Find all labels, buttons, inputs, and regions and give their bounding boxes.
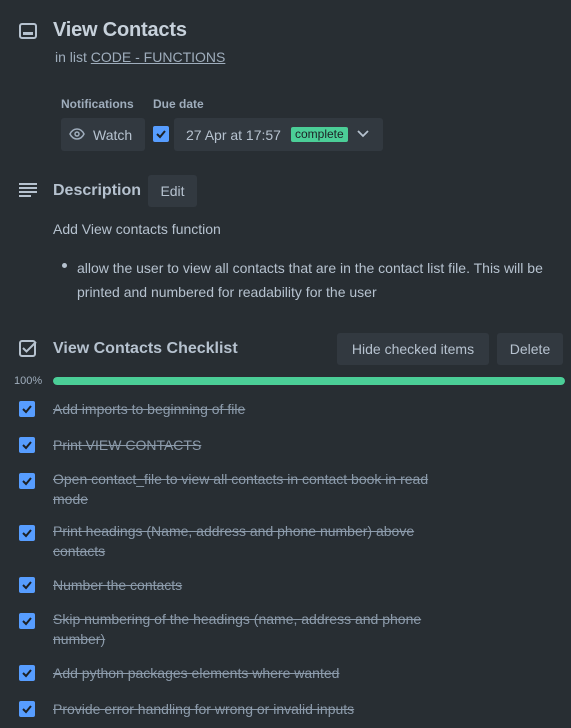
delete-checklist-button[interactable]: Delete (497, 333, 563, 365)
chevron-down-icon (357, 130, 369, 138)
status-badge: complete (291, 127, 348, 142)
checklist-item-text[interactable]: Add imports to beginning of file (53, 399, 463, 419)
description-heading: Description (53, 182, 142, 199)
checklist-item-text[interactable]: Number the contacts (53, 575, 463, 595)
progress-percent: 100% (14, 375, 43, 387)
card-icon (19, 23, 37, 39)
due-date-label: Due date (153, 97, 204, 111)
check-icon (22, 405, 32, 414)
checklist-item-text[interactable]: Skip numbering of the headings (name, ad… (53, 609, 463, 649)
checklist-item-checkbox[interactable] (19, 437, 35, 453)
checklist-item-checkbox[interactable] (19, 401, 35, 417)
progress-bar (53, 377, 565, 385)
due-date-value: 27 Apr at 17:57 (186, 127, 281, 143)
checklist-item-text[interactable]: Add python packages elements where wante… (53, 663, 463, 683)
check-icon (156, 130, 166, 139)
checklist-item-checkbox[interactable] (19, 473, 35, 489)
hide-checked-items-button[interactable]: Hide checked items (337, 333, 489, 365)
checklist-item-checkbox[interactable] (19, 525, 35, 541)
progress-bar-fill (53, 377, 565, 385)
check-icon (22, 669, 32, 678)
watch-button[interactable]: Watch (61, 118, 145, 151)
due-date-button[interactable]: 27 Apr at 17:57 complete (174, 118, 383, 151)
check-icon (22, 581, 32, 590)
card-title[interactable]: View Contacts (53, 19, 187, 42)
checklist-item-text[interactable]: Open contact_file to view all contacts i… (53, 469, 463, 509)
checklist-item-checkbox[interactable] (19, 577, 35, 593)
check-icon (22, 441, 32, 450)
description-bullet[interactable]: allow the user to view all contacts that… (77, 256, 557, 304)
checklist-title[interactable]: View Contacts Checklist (53, 340, 238, 358)
checklist-icon (19, 340, 37, 357)
watch-label: Watch (93, 127, 133, 143)
checklist-item-checkbox[interactable] (19, 701, 35, 717)
card-detail-panel: View Contacts in list CODE - FUNCTIONS N… (0, 0, 571, 728)
description-text[interactable]: Add View contacts function (53, 221, 221, 237)
check-icon (22, 529, 32, 538)
checklist-item-text[interactable]: Print VIEW CONTACTS (53, 435, 463, 455)
check-icon (22, 617, 32, 626)
edit-description-button[interactable]: Edit (148, 175, 197, 207)
checklist-item-checkbox[interactable] (19, 665, 35, 681)
in-list-prefix: in list (55, 49, 87, 65)
notifications-label: Notifications (61, 97, 134, 111)
checklist-item-checkbox[interactable] (19, 613, 35, 629)
checklist-item-text[interactable]: Provide error handling for wrong or inva… (53, 699, 463, 719)
checklist-item-text[interactable]: Print headings (Name, address and phone … (53, 521, 463, 561)
bullet-marker (62, 263, 67, 268)
list-reference: in list CODE - FUNCTIONS (55, 49, 225, 65)
description-icon (19, 183, 37, 197)
check-icon (22, 705, 32, 714)
eye-icon (69, 128, 85, 140)
check-icon (22, 477, 32, 486)
list-link[interactable]: CODE - FUNCTIONS (91, 49, 226, 65)
due-date-complete-checkbox[interactable] (153, 126, 169, 142)
